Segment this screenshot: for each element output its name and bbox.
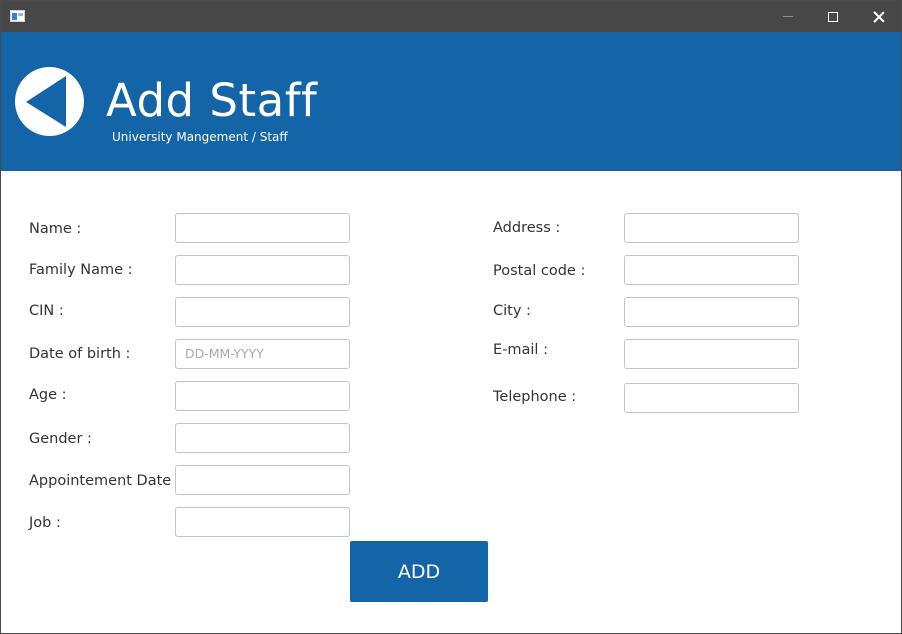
family-name-input[interactable] [175,255,350,285]
minimize-icon [783,16,793,17]
cin-input[interactable] [175,297,350,327]
age-label: Age : [29,387,67,403]
family-name-label: Family Name : [29,262,133,278]
minimize-button[interactable] [765,1,811,32]
page-title: Add Staff [106,74,318,127]
gender-label: Gender : [29,431,92,447]
title-bar[interactable] [1,1,901,32]
back-arrow-icon [26,76,66,127]
maximize-button[interactable] [810,1,856,32]
telephone-input[interactable] [624,383,799,413]
telephone-label: Telephone : [493,389,577,405]
app-window: Add Staff University Mangement / Staff N… [0,0,902,634]
gender-input[interactable] [175,423,350,453]
name-input[interactable] [175,213,350,243]
breadcrumb: University Mangement / Staff [112,130,288,144]
appointment-date-label: Appointement Date : [29,473,181,489]
city-label: City : [493,303,531,319]
cin-label: CIN : [29,303,64,319]
maximize-icon [828,11,838,22]
appointment-date-input[interactable] [175,465,350,495]
job-input[interactable] [175,507,350,537]
add-button[interactable]: ADD [350,541,488,602]
back-button[interactable] [15,67,84,136]
date-of-birth-input[interactable] [175,339,350,369]
name-label: Name : [29,221,82,237]
address-label: Address : [493,220,561,236]
close-button[interactable] [856,1,902,32]
app-window-icon [10,10,25,22]
date-of-birth-label: Date of birth : [29,346,131,362]
email-label: E-mail : [493,342,548,358]
job-label: Job : [29,515,61,531]
page-header: Add Staff University Mangement / Staff [1,32,901,171]
age-input[interactable] [175,381,350,411]
postal-code-input[interactable] [624,255,799,285]
postal-code-label: Postal code : [493,263,586,279]
close-icon [873,11,885,23]
address-input[interactable] [624,213,799,243]
city-input[interactable] [624,297,799,327]
email-input[interactable] [624,339,799,369]
